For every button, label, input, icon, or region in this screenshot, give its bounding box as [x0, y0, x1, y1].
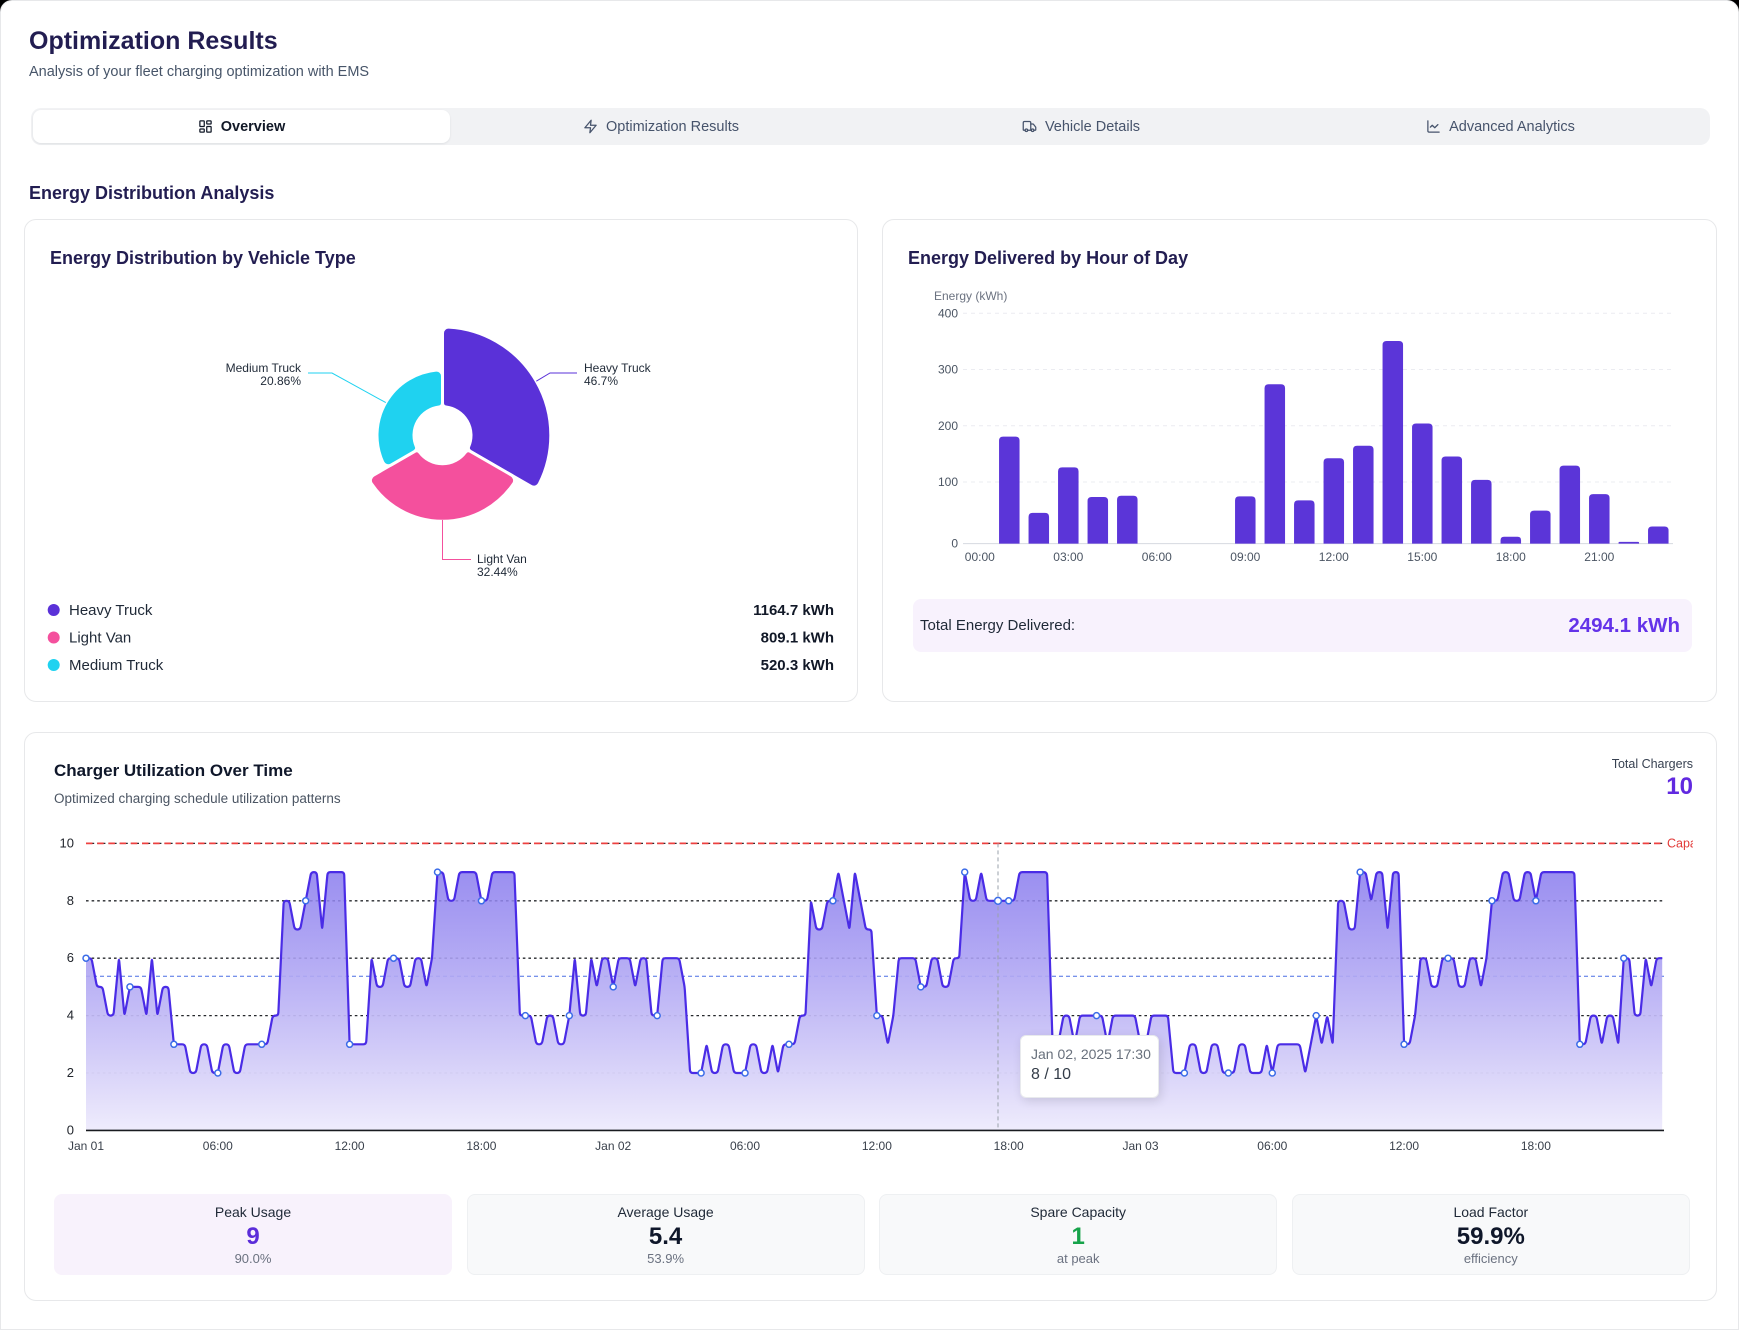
svg-text:6: 6: [67, 950, 74, 965]
svg-text:0: 0: [951, 537, 958, 551]
svg-text:400: 400: [938, 306, 958, 320]
svg-text:06:00: 06:00: [730, 1139, 760, 1153]
svg-text:100: 100: [938, 475, 958, 489]
svg-text:12:00: 12:00: [862, 1139, 892, 1153]
svg-text:18:00: 18:00: [1521, 1139, 1551, 1153]
svg-text:Jan 01: Jan 01: [68, 1139, 104, 1153]
svg-text:10: 10: [60, 835, 74, 850]
svg-text:Energy (kWh): Energy (kWh): [934, 289, 1007, 303]
svg-text:0: 0: [67, 1122, 74, 1137]
svg-text:06:00: 06:00: [1142, 550, 1172, 564]
svg-text:2: 2: [67, 1065, 74, 1080]
svg-text:18:00: 18:00: [466, 1139, 496, 1153]
svg-text:300: 300: [938, 363, 958, 377]
svg-text:03:00: 03:00: [1053, 550, 1083, 564]
svg-text:12:00: 12:00: [1389, 1139, 1419, 1153]
svg-text:4: 4: [67, 1008, 74, 1023]
svg-text:15:00: 15:00: [1407, 550, 1437, 564]
svg-text:18:00: 18:00: [994, 1139, 1024, 1153]
svg-text:06:00: 06:00: [203, 1139, 233, 1153]
svg-text:200: 200: [938, 419, 958, 433]
svg-text:Capacity: Capacity: [1667, 836, 1693, 850]
svg-text:Jan 02: Jan 02: [595, 1139, 631, 1153]
svg-text:12:00: 12:00: [335, 1139, 365, 1153]
svg-text:18:00: 18:00: [1496, 550, 1526, 564]
svg-text:09:00: 09:00: [1230, 550, 1260, 564]
svg-text:12:00: 12:00: [1319, 550, 1349, 564]
svg-text:21:00: 21:00: [1584, 550, 1614, 564]
svg-text:8: 8: [67, 893, 74, 908]
svg-text:00:00: 00:00: [965, 550, 995, 564]
svg-text:06:00: 06:00: [1257, 1139, 1287, 1153]
svg-text:Jan 03: Jan 03: [1122, 1139, 1158, 1153]
